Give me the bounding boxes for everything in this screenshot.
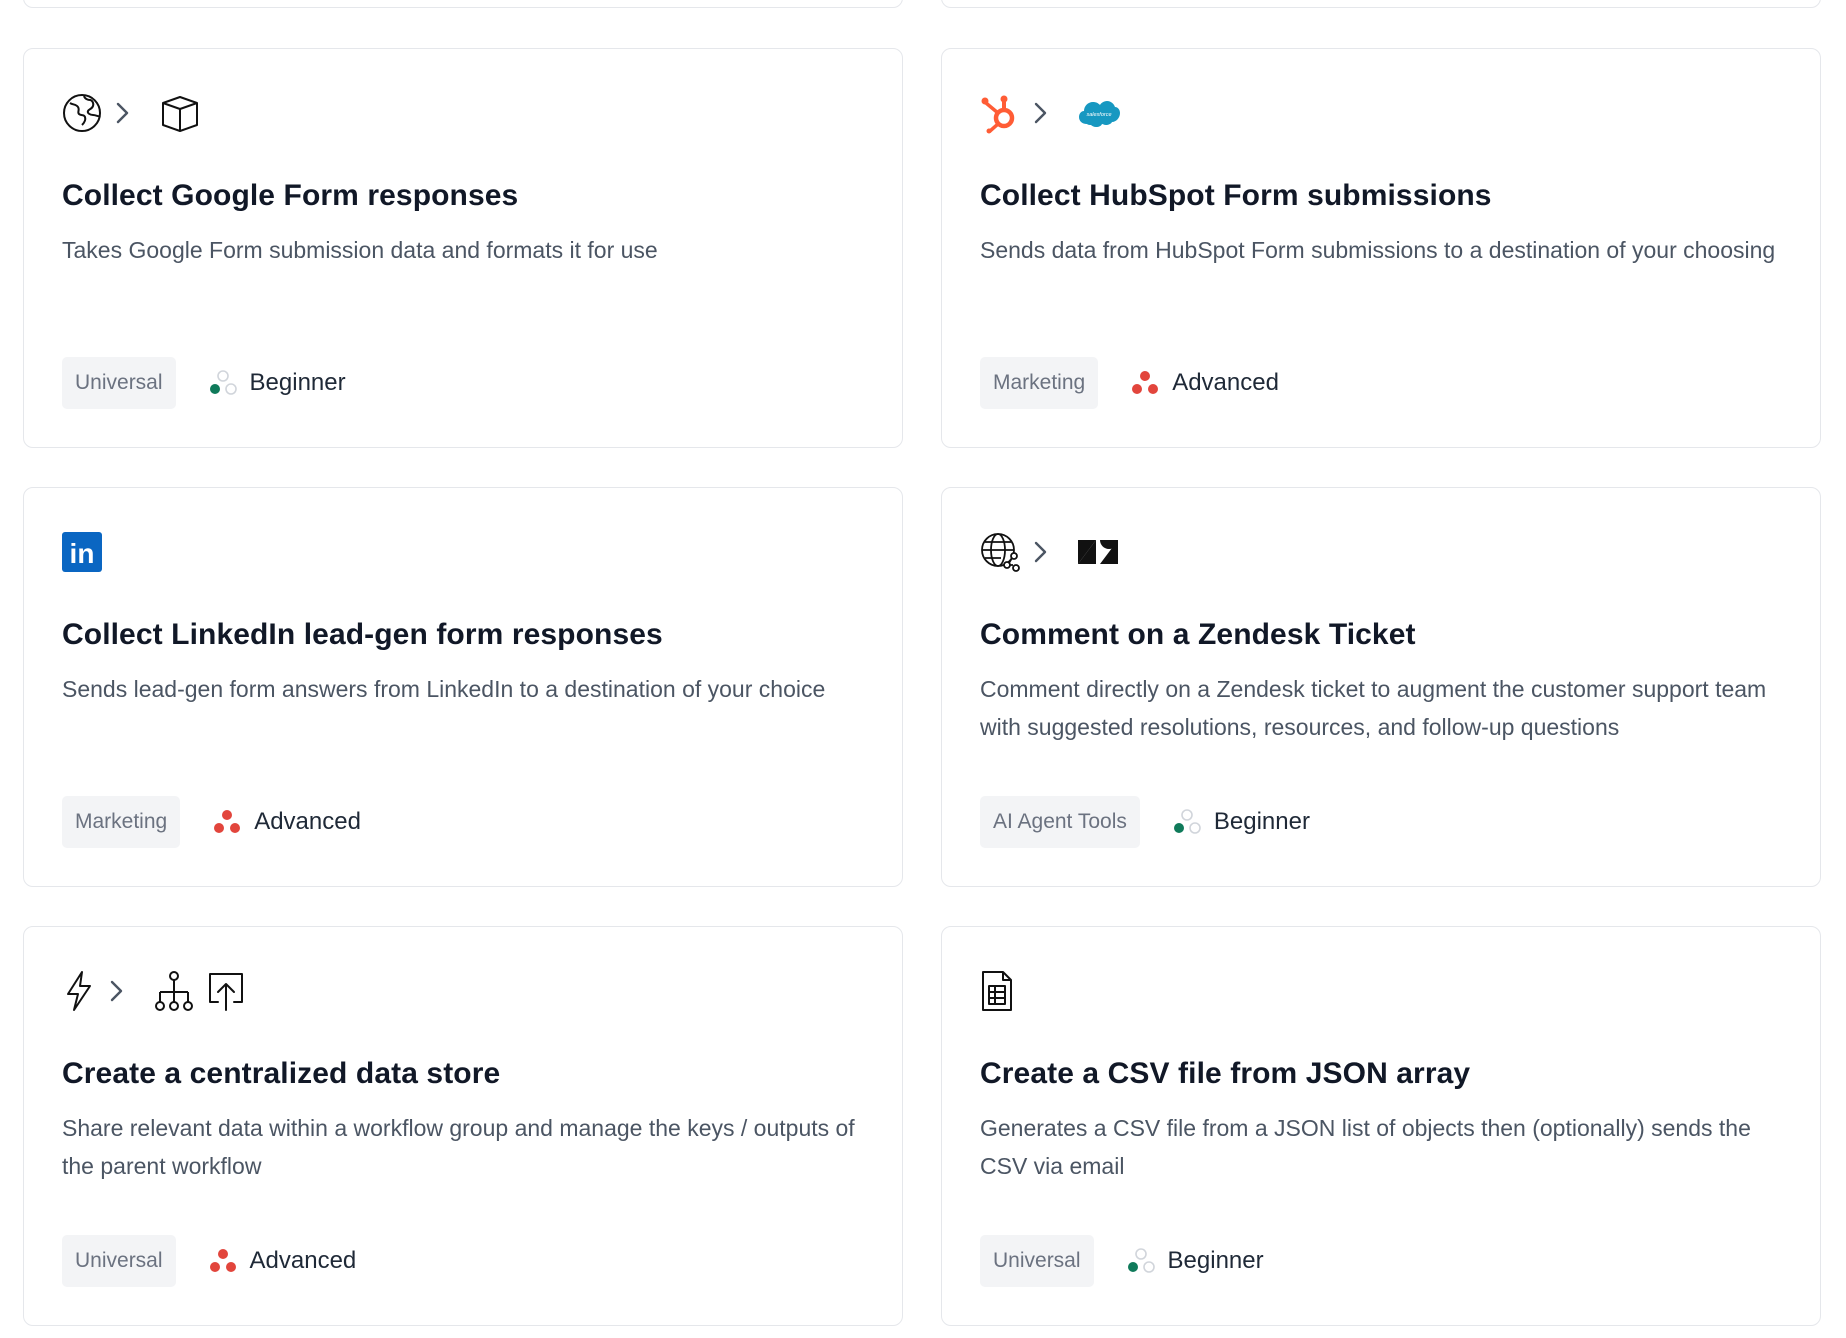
svg-text:salesforce: salesforce [1086, 112, 1111, 118]
chevron-right-icon [108, 978, 124, 1004]
card-description: Sends data from HubSpot Form submissions… [980, 237, 1776, 263]
chevron-right-icon [1032, 539, 1048, 565]
difficulty-label: Beginner [1213, 808, 1310, 835]
chevron-right-icon [114, 100, 130, 126]
difficulty-label: Beginner [249, 369, 346, 396]
difficulty-label: Beginner [1167, 1247, 1264, 1274]
template-card[interactable]: Comment on a Zendesk Ticket Comment dire… [941, 487, 1821, 887]
difficulty-label: Advanced [1172, 369, 1279, 396]
hierarchy-icon [154, 970, 194, 1012]
card-partial-top-left[interactable] [23, 0, 903, 8]
template-card[interactable]: Create a CSV file from JSON array Genera… [941, 926, 1821, 1326]
card-icons [980, 526, 1118, 578]
difficulty-level: Advanced [212, 808, 361, 836]
box-icon [160, 93, 200, 133]
card-icons [62, 965, 246, 1017]
template-card[interactable]: salesforce Collect HubSpot Form submissi… [941, 48, 1821, 448]
card-title: Collect LinkedIn lead-gen form responses [62, 618, 663, 651]
workflow-templates-grid: Collect Google Form responses Takes Goog… [0, 0, 1846, 1338]
difficulty-beginner-icon [1127, 1248, 1155, 1273]
zendesk-icon [1078, 536, 1118, 568]
card-icons: in [62, 526, 102, 578]
category-tag: Universal [62, 357, 176, 409]
card-footer: Marketing Advanced [980, 357, 1279, 409]
card-icons [980, 965, 1014, 1017]
difficulty-level: Beginner [1126, 1247, 1264, 1275]
salesforce-icon: salesforce [1078, 98, 1120, 128]
web-network-icon [980, 532, 1020, 572]
difficulty-advanced-icon [1132, 371, 1159, 394]
linkedin-icon: in [62, 532, 102, 572]
difficulty-level: Advanced [208, 1247, 357, 1275]
template-card[interactable]: Collect Google Form responses Takes Goog… [23, 48, 903, 448]
card-title: Collect Google Form responses [62, 179, 519, 212]
card-footer: Universal Beginner [62, 357, 346, 409]
lightning-icon [62, 970, 96, 1012]
svg-text:in: in [70, 538, 95, 569]
card-icons: salesforce [980, 87, 1120, 139]
difficulty-advanced-icon [214, 810, 241, 833]
difficulty-label: Advanced [254, 808, 361, 835]
card-description: Generates a CSV file from a JSON list of… [980, 1115, 1751, 1179]
category-tag: Marketing [980, 357, 1099, 409]
difficulty-beginner-icon [1173, 809, 1201, 834]
upload-box-icon [206, 970, 246, 1012]
card-title: Collect HubSpot Form submissions [980, 179, 1492, 212]
hubspot-icon [980, 92, 1020, 134]
card-title: Create a centralized data store [62, 1057, 501, 1090]
difficulty-beginner-icon [209, 370, 237, 395]
difficulty-label: Advanced [249, 1247, 357, 1274]
template-card[interactable]: Create a centralized data store Share re… [23, 926, 903, 1326]
card-partial-top-right[interactable] [941, 0, 1821, 8]
chevron-right-icon [1032, 100, 1048, 126]
card-title: Comment on a Zendesk Ticket [980, 618, 1416, 651]
difficulty-level: Beginner [1172, 808, 1310, 836]
category-tag: Universal [62, 1235, 176, 1287]
spreadsheet-file-icon [980, 970, 1014, 1012]
category-tag: AI Agent Tools [980, 796, 1140, 848]
difficulty-advanced-icon [209, 1249, 236, 1272]
card-title: Create a CSV file from JSON array [980, 1057, 1471, 1090]
globe-icon [62, 93, 102, 133]
category-tag: Marketing [62, 796, 181, 848]
category-tag: Universal [980, 1235, 1094, 1287]
template-card[interactable]: in Collect LinkedIn lead-gen form respon… [23, 487, 903, 887]
card-icons [62, 87, 200, 139]
card-footer: Universal Advanced [62, 1235, 356, 1287]
card-description: Sends lead-gen form answers from LinkedI… [62, 676, 826, 702]
difficulty-level: Advanced [1130, 369, 1279, 397]
difficulty-level: Beginner [208, 369, 346, 397]
card-description: Takes Google Form submission data and fo… [62, 237, 658, 263]
card-description: Share relevant data within a workflow gr… [62, 1115, 855, 1179]
card-footer: Marketing Advanced [62, 796, 361, 848]
card-footer: Universal Beginner [980, 1235, 1264, 1287]
card-description: Comment directly on a Zendesk ticket to … [980, 676, 1767, 740]
card-footer: AI Agent Tools Beginner [980, 796, 1310, 848]
